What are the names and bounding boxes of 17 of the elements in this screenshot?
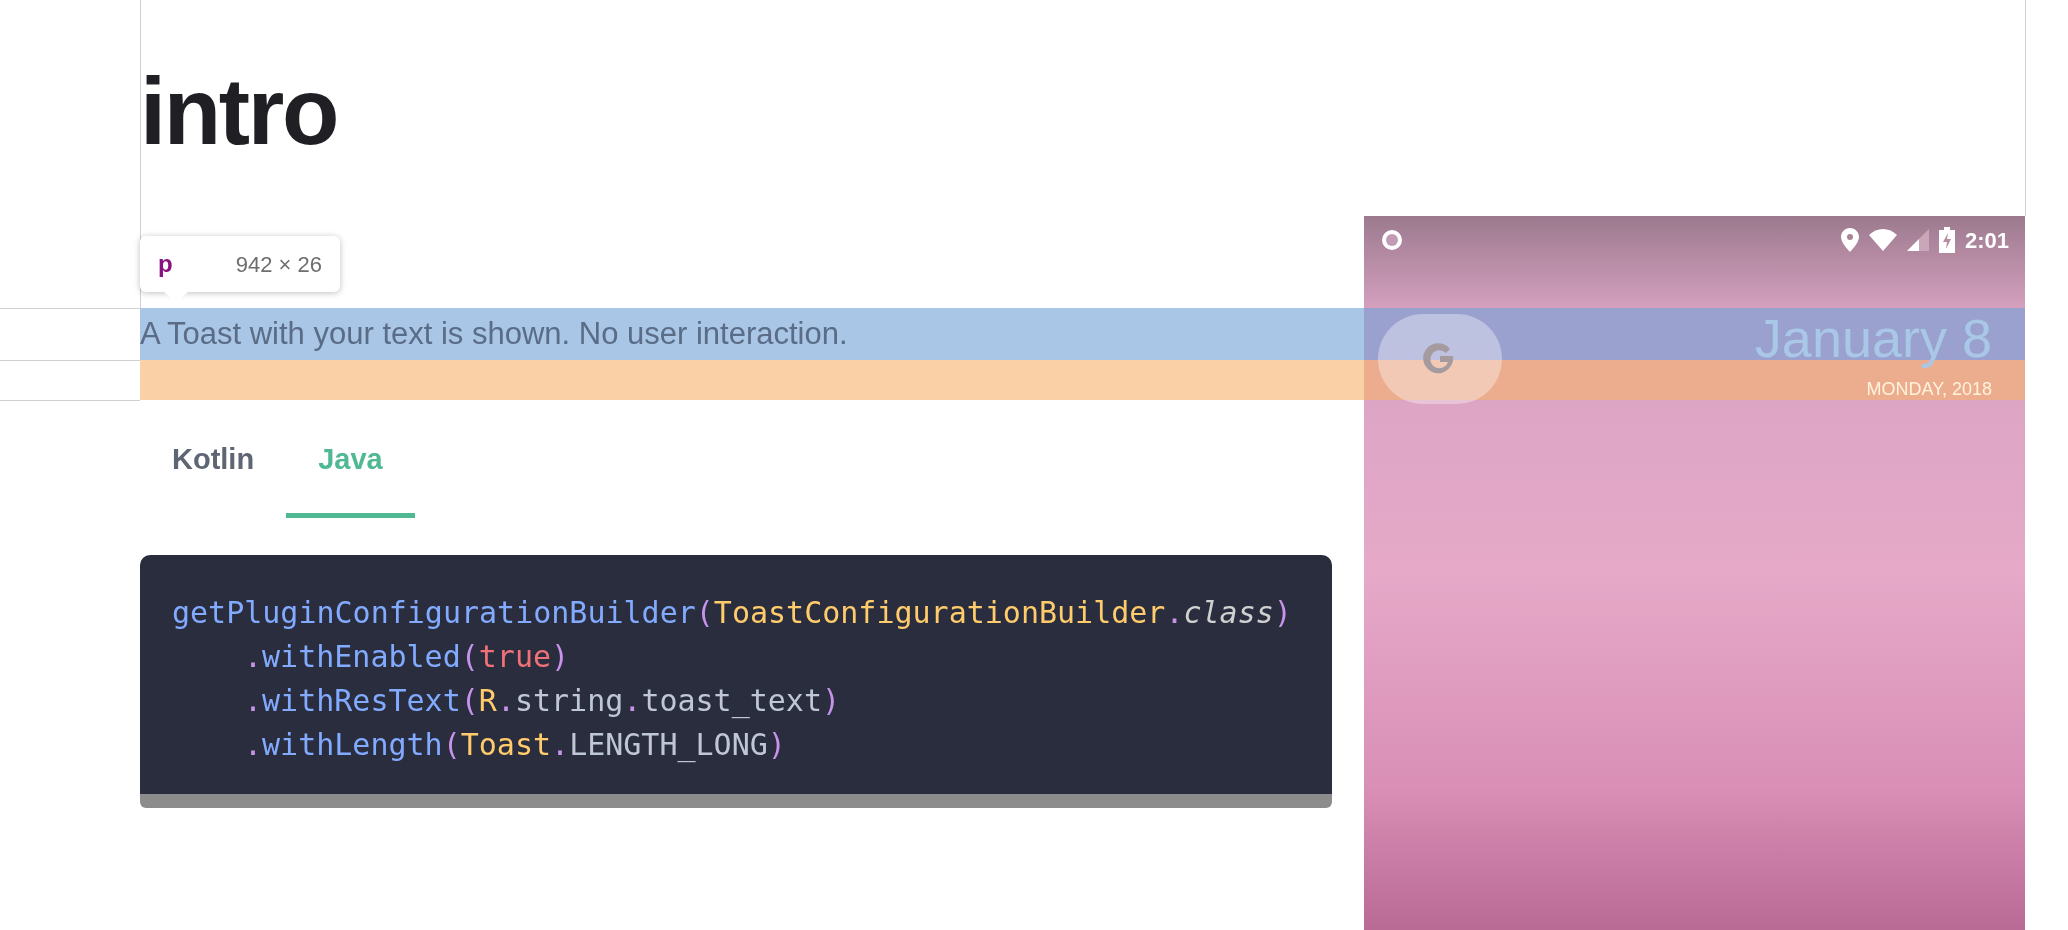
signal-icon	[1906, 229, 1929, 251]
paragraph: A Toast with your text is shown. No user interaction.	[140, 315, 848, 353]
wifi-icon	[1868, 229, 1897, 251]
record-icon	[1380, 228, 1404, 252]
battery-icon	[1938, 227, 1955, 253]
code-line: .withEnabled(true)	[243, 638, 570, 676]
code-line: .withLength(Toast.LENGTH_LONG)	[243, 726, 786, 765]
code-line: .withResText(R.string.toast_text)	[243, 682, 841, 721]
weekday-year-text: MONDAY, 2018	[1866, 378, 1992, 400]
code-line: getPluginConfigurationBuilder(ToastConfigurationBuilder.class)	[172, 594, 1292, 632]
element-tag: p	[158, 246, 173, 282]
horizontal-scrollbar[interactable]	[140, 794, 1332, 808]
status-time: 2:01	[1964, 226, 2009, 255]
language-tab[interactable]: Kotlin	[140, 400, 287, 518]
location-icon	[1840, 228, 1859, 252]
element-size: 942 × 26	[235, 250, 322, 279]
page-title: intro	[140, 58, 338, 166]
